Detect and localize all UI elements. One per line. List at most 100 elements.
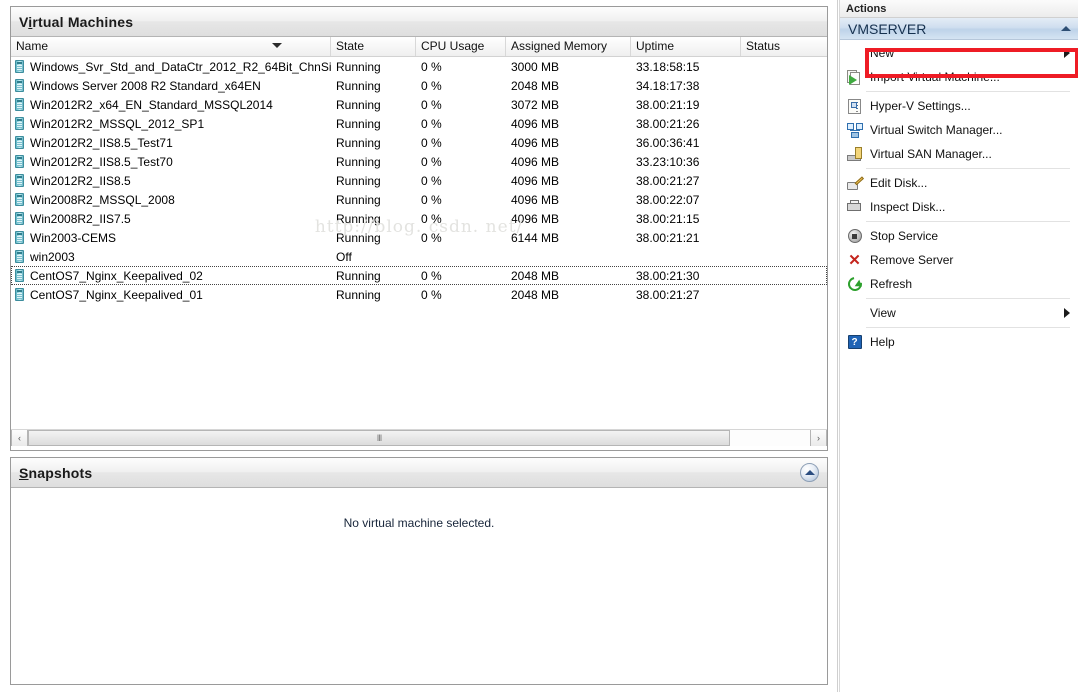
cell-name: win2003 bbox=[11, 250, 331, 264]
import-virtual-machine-icon bbox=[846, 69, 863, 86]
cell-name: Win2008R2_IIS7.5 bbox=[11, 212, 331, 226]
vm-title-suffix: rtual Machines bbox=[32, 13, 134, 30]
table-row[interactable]: Win2008R2_MSSQL_2008 Running 0 % 4096 MB 38.… bbox=[11, 190, 827, 209]
vm-column-headers[interactable]: Name State CPU Usage Assigned Memory Upt… bbox=[11, 37, 827, 57]
sort-descending-icon bbox=[272, 43, 282, 48]
table-row[interactable]: Win2012R2_IIS8.5 Running 0 % 4096 MB 38.00:2… bbox=[11, 171, 827, 190]
cell-cpu: 0 % bbox=[421, 59, 442, 74]
table-row[interactable]: Win2012R2_IIS8.5_Test70 Running 0 % 4096 MB… bbox=[11, 152, 827, 171]
table-row[interactable]: CentOS7_Nginx_Keepalived_02 Running 0 % 204… bbox=[11, 266, 827, 285]
chevron-up-icon[interactable] bbox=[1061, 26, 1071, 31]
cell-state: Running bbox=[336, 59, 381, 74]
actions-menu[interactable]: New Import Virtual Machine... Hyper-V Sett… bbox=[840, 40, 1078, 354]
action-item-label: Virtual SAN Manager... bbox=[870, 147, 992, 161]
action-item-new[interactable]: New bbox=[840, 41, 1078, 65]
inspect-disk-icon bbox=[846, 199, 863, 216]
refresh-icon bbox=[844, 274, 865, 294]
cell-cpu: 0 % bbox=[421, 154, 442, 169]
action-item-virtual-san-manager[interactable]: Virtual SAN Manager... bbox=[840, 142, 1078, 166]
cell-memory: 3072 MB bbox=[511, 97, 560, 112]
snapshots-title-accesskey: S bbox=[19, 464, 29, 481]
edit-disk-icon bbox=[846, 175, 864, 192]
cell-uptime: 38.00:21:27 bbox=[636, 287, 700, 302]
virtual-machines-header: Virtual Machines bbox=[11, 7, 827, 37]
column-header-uptime[interactable]: Uptime bbox=[631, 37, 741, 56]
scroll-left-button[interactable]: ‹ bbox=[11, 430, 28, 446]
remove-server-icon: ✕ bbox=[848, 251, 861, 269]
table-row[interactable]: Windows_Svr_Std_and_DataCtr_2012_R2_64Bi… bbox=[11, 57, 827, 76]
action-item-hyper-v-settings[interactable]: Hyper-V Settings... bbox=[840, 94, 1078, 118]
action-item-virtual-switch-manager[interactable]: Virtual Switch Manager... bbox=[840, 118, 1078, 142]
submenu-arrow-icon bbox=[1064, 308, 1070, 318]
action-item-label: Refresh bbox=[870, 277, 913, 291]
scroll-right-button[interactable]: › bbox=[810, 430, 827, 446]
cell-name: Windows Server 2008 R2 Standard_x64EN bbox=[11, 79, 331, 93]
cell-uptime: 33.23:10:36 bbox=[636, 154, 700, 169]
table-row[interactable]: Win2012R2_IIS8.5_Test71 Running 0 % 4096 MB… bbox=[11, 133, 827, 152]
column-header-name[interactable]: Name bbox=[11, 37, 331, 56]
results-pane: Virtual Machines Name State CPU Usage As… bbox=[0, 0, 838, 692]
snapshots-body: No virtual machine selected. bbox=[11, 488, 827, 684]
table-row[interactable]: Win2012R2_MSSQL_2012_SP1 Running 0 % 4096 M… bbox=[11, 114, 827, 133]
actions-server-header[interactable]: VMSERVER bbox=[840, 18, 1078, 40]
action-item-stop-service[interactable]: Stop Service bbox=[840, 224, 1078, 248]
action-item-label: Import Virtual Machine... bbox=[870, 70, 1000, 84]
vm-name-label: Win2008R2_IIS7.5 bbox=[30, 211, 131, 226]
virtual-machine-icon bbox=[15, 136, 24, 149]
scrollbar-thumb[interactable]: III bbox=[28, 430, 730, 446]
table-row[interactable]: Windows Server 2008 R2 Standard_x64EN Run… bbox=[11, 76, 827, 95]
action-item-label: Inspect Disk... bbox=[870, 200, 946, 214]
cell-state: Running bbox=[336, 173, 381, 188]
vm-horizontal-scrollbar[interactable]: ‹ III › bbox=[11, 429, 827, 446]
action-item-view[interactable]: View bbox=[840, 301, 1078, 325]
cell-uptime: 33.18:58:15 bbox=[636, 59, 700, 74]
column-header-state[interactable]: State bbox=[331, 37, 416, 56]
vm-list[interactable]: Windows_Svr_Std_and_DataCtr_2012_R2_64Bi… bbox=[11, 57, 827, 429]
action-item-remove-server[interactable]: ✕ Remove Server bbox=[840, 248, 1078, 272]
chevron-up-circle-icon[interactable] bbox=[800, 463, 819, 482]
virtual-machines-title: Virtual Machines bbox=[19, 14, 133, 30]
table-row[interactable]: win2003 Off bbox=[11, 247, 827, 266]
stop-service-icon bbox=[846, 228, 863, 245]
column-header-cpu-usage[interactable]: CPU Usage bbox=[416, 37, 506, 56]
cell-cpu: 0 % bbox=[421, 78, 442, 93]
cell-state: Running bbox=[336, 116, 381, 131]
cell-name: CentOS7_Nginx_Keepalived_02 bbox=[11, 269, 331, 283]
table-row[interactable]: Win2012R2_x64_EN_Standard_MSSQL2014 Runni… bbox=[11, 95, 827, 114]
snapshots-panel: Snapshots No virtual machine selected. bbox=[10, 457, 828, 685]
cell-state: Running bbox=[336, 78, 381, 93]
cell-name: Win2012R2_IIS8.5_Test70 bbox=[11, 155, 331, 169]
vm-name-label: CentOS7_Nginx_Keepalived_02 bbox=[30, 268, 203, 283]
snapshots-title-suffix: napshots bbox=[28, 464, 93, 481]
cell-uptime: 36.00:36:41 bbox=[636, 135, 700, 150]
cell-state: Running bbox=[336, 192, 381, 207]
cell-memory: 4096 MB bbox=[511, 135, 560, 150]
cell-cpu: 0 % bbox=[421, 211, 442, 226]
scrollbar-track[interactable]: III bbox=[28, 430, 810, 446]
cell-memory: 4096 MB bbox=[511, 211, 560, 226]
column-header-assigned-memory[interactable]: Assigned Memory bbox=[506, 37, 631, 56]
submenu-arrow-icon bbox=[1064, 48, 1070, 58]
action-item-refresh[interactable]: Refresh bbox=[840, 272, 1078, 296]
action-item-edit-disk[interactable]: Edit Disk... bbox=[840, 171, 1078, 195]
action-item-label: View bbox=[870, 306, 896, 320]
vm-name-label: Win2012R2_IIS8.5_Test71 bbox=[30, 135, 173, 150]
cell-uptime: 38.00:21:26 bbox=[636, 116, 700, 131]
action-item-import-virtual-machine[interactable]: Import Virtual Machine... bbox=[840, 65, 1078, 89]
table-row[interactable]: Win2003-CEMS Running 0 % 6144 MB 38.00:21:21 bbox=[11, 228, 827, 247]
action-item-inspect-disk[interactable]: Inspect Disk... bbox=[840, 195, 1078, 219]
column-header-status[interactable]: Status bbox=[741, 37, 827, 56]
action-item-label: Remove Server bbox=[870, 253, 954, 267]
table-row[interactable]: CentOS7_Nginx_Keepalived_01 Running 0 % 204… bbox=[11, 285, 827, 304]
virtual-machine-icon bbox=[15, 79, 24, 92]
cell-memory: 4096 MB bbox=[511, 173, 560, 188]
cell-state: Running bbox=[336, 154, 381, 169]
cell-cpu: 0 % bbox=[421, 135, 442, 150]
virtual-machine-icon bbox=[15, 60, 24, 73]
action-item-label: Virtual Switch Manager... bbox=[870, 123, 1003, 137]
cell-name: CentOS7_Nginx_Keepalived_01 bbox=[11, 288, 331, 302]
table-row[interactable]: Win2008R2_IIS7.5 Running 0 % 4096 MB 38.00:2… bbox=[11, 209, 827, 228]
vm-name-label: Win2012R2_x64_EN_Standard_MSSQL2014 bbox=[30, 97, 273, 112]
action-item-help[interactable]: ? Help bbox=[840, 330, 1078, 354]
cell-name: Win2012R2_IIS8.5_Test71 bbox=[11, 136, 331, 150]
